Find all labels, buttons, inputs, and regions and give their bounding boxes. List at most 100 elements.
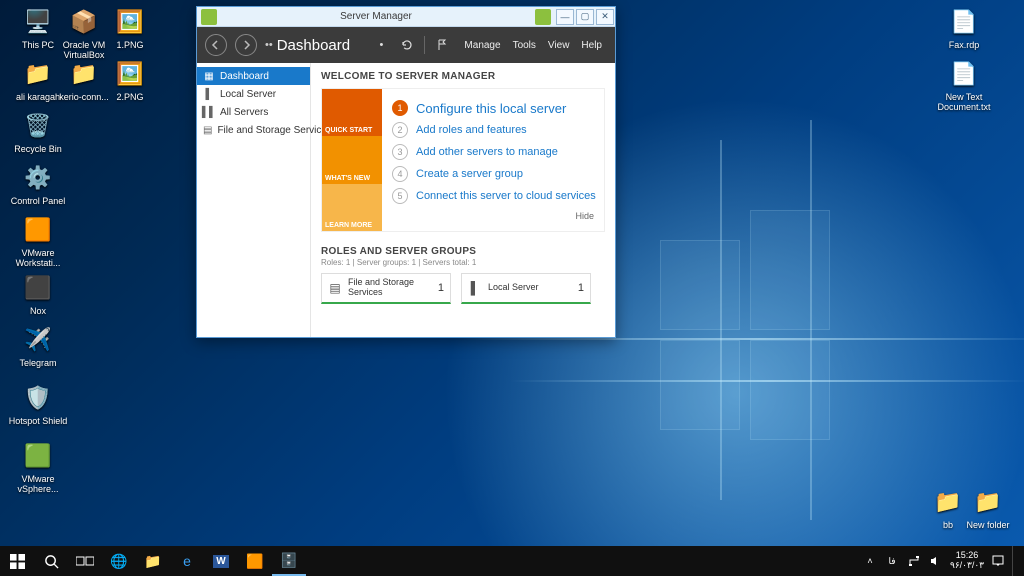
tray-action-center-icon[interactable] xyxy=(990,553,1006,569)
search-button[interactable] xyxy=(34,546,68,576)
desktop-icon[interactable]: ⚙️Control Panel xyxy=(8,162,68,207)
desktop-icon[interactable]: 📄New Text Document.txt xyxy=(936,58,992,113)
desktop-icon-label: Control Panel xyxy=(8,197,68,207)
role-card-label: File and Storage Services xyxy=(348,278,432,298)
app-icon xyxy=(201,9,217,25)
desktop-icon-label: 2.PNG xyxy=(100,93,160,103)
desktop-icon-label: New folder xyxy=(960,521,1016,531)
desktop-icon-glyph: 📦 xyxy=(68,6,100,38)
step-label: Add other servers to manage xyxy=(416,146,558,158)
tray-overflow-icon[interactable]: ˄ xyxy=(862,553,878,569)
sidebar-item-dashboard[interactable]: ▦ Dashboard xyxy=(197,67,310,85)
taskbar-app-vmware[interactable]: 🟧 xyxy=(238,546,272,576)
titlebar-spare-icon xyxy=(535,9,551,25)
wizard-tile[interactable]: LEARN MORE xyxy=(322,184,382,231)
wizard-tile[interactable]: WHAT'S NEW xyxy=(322,136,382,183)
desktop-icon-glyph: 🖼️ xyxy=(114,6,146,38)
desktop-icon-glyph: 📁 xyxy=(22,58,54,90)
tray-clock[interactable]: 15:26 ۹۶/۰۳/۰۳ xyxy=(950,551,984,571)
sidebar-item-local-server[interactable]: ▌ Local Server xyxy=(197,85,310,103)
ribbon-menu-tools[interactable]: Tools xyxy=(508,38,541,53)
desktop-icon-glyph: 🟩 xyxy=(22,440,54,472)
step-number: 5 xyxy=(392,188,408,204)
groups-heading: ROLES AND SERVER GROUPS xyxy=(321,246,605,257)
role-card[interactable]: ▌Local Server1 xyxy=(461,273,591,304)
desktop-icon-label: Fax.rdp xyxy=(936,41,992,51)
role-card-count: 1 xyxy=(578,282,584,294)
desktop-icon[interactable]: 📄Fax.rdp xyxy=(936,6,992,51)
taskbar-app-servermanager[interactable]: 🗄️ xyxy=(272,546,306,576)
desktop-icon[interactable]: 📁 New folder xyxy=(960,486,1016,531)
desktop-icon-label: Telegram xyxy=(8,359,68,369)
step-number: 4 xyxy=(392,166,408,182)
desktop-icon[interactable]: 🟩VMware vSphere... xyxy=(8,440,68,495)
taskbar-app-edge[interactable]: e xyxy=(170,546,204,576)
desktop-icon[interactable]: 🗑️Recycle Bin xyxy=(8,110,68,155)
minimize-button[interactable]: — xyxy=(556,9,574,25)
chevron-down-icon[interactable]: • xyxy=(372,36,390,54)
sidebar-item-icon: ▌ xyxy=(203,88,215,100)
ribbon-menu-help[interactable]: Help xyxy=(576,38,607,53)
step-label: Connect this server to cloud services xyxy=(416,190,596,202)
breadcrumb-label: Dashboard xyxy=(277,37,350,54)
start-button[interactable] xyxy=(0,546,34,576)
wizard-step[interactable]: 4Create a server group xyxy=(392,163,598,185)
tray-language[interactable]: فا xyxy=(884,553,900,569)
role-card-icon: ▤ xyxy=(328,281,342,295)
wizard-tile[interactable]: QUICK START xyxy=(322,89,382,136)
desktop-icon-glyph: 🖥️ xyxy=(22,6,54,38)
refresh-icon[interactable] xyxy=(398,36,416,54)
titlebar[interactable]: Server Manager — ▢ ✕ xyxy=(197,7,615,27)
show-desktop-button[interactable] xyxy=(1012,546,1018,576)
desktop-icon[interactable]: 🖼️2.PNG xyxy=(100,58,160,103)
taskbar-app-explorer[interactable]: 📁 xyxy=(136,546,170,576)
taskbar-app-word[interactable]: W xyxy=(204,546,238,576)
nav-forward-button[interactable] xyxy=(235,34,257,56)
desktop-icon[interactable]: 🖼️1.PNG xyxy=(100,6,160,51)
main-panel: WELCOME TO SERVER MANAGER QUICK STARTWHA… xyxy=(311,63,615,337)
desktop-icon[interactable]: 🟧VMware Workstati... xyxy=(8,214,68,269)
maximize-button[interactable]: ▢ xyxy=(576,9,594,25)
role-card-icon: ▌ xyxy=(468,281,482,295)
step-label: Add roles and features xyxy=(416,124,527,136)
nav-back-button[interactable] xyxy=(205,34,227,56)
sidebar: ▦ Dashboard ▌ Local Server ▌▌All Servers▤Fil… xyxy=(197,63,311,337)
desktop-icon-glyph: ✈️ xyxy=(22,324,54,356)
wizard-step[interactable]: 2Add roles and features xyxy=(392,119,598,141)
window-title: Server Manager xyxy=(221,11,531,22)
sidebar-item-all-servers[interactable]: ▌▌All Servers xyxy=(197,103,310,121)
desktop-icon-label: Hotspot Shield xyxy=(8,417,68,427)
desktop-icon-glyph: 📁 xyxy=(972,486,1004,518)
desktop-icon[interactable]: 🛡️Hotspot Shield xyxy=(8,382,68,427)
ribbon-menu-manage[interactable]: Manage xyxy=(459,38,505,53)
tray-date: ۹۶/۰۳/۰۳ xyxy=(950,561,984,571)
hide-button[interactable]: Hide xyxy=(392,211,598,221)
breadcrumb[interactable]: •• Dashboard xyxy=(265,37,350,54)
quickstart-tiles: QUICK STARTWHAT'S NEWLEARN MORE xyxy=(322,89,382,231)
sidebar-item-icon: ▦ xyxy=(203,70,215,82)
wizard-step[interactable]: 5 Connect this server to cloud services xyxy=(392,185,598,207)
welcome-heading: WELCOME TO SERVER MANAGER xyxy=(321,71,605,82)
desktop-icon-glyph: ⬛ xyxy=(22,272,54,304)
sidebar-item-label: Local Server xyxy=(220,89,276,100)
ribbon: •• Dashboard • ManageToolsViewHelp xyxy=(197,27,615,63)
taskbar-app-chrome[interactable]: 🌐 xyxy=(102,546,136,576)
close-button[interactable]: ✕ xyxy=(596,9,614,25)
ribbon-menu-view[interactable]: View xyxy=(543,38,575,53)
role-card[interactable]: ▤File and Storage Services1 xyxy=(321,273,451,304)
tray-volume-icon[interactable] xyxy=(928,553,944,569)
groups-subtext: Roles: 1 | Server groups: 1 | Servers to… xyxy=(321,258,605,267)
sidebar-item-label: Dashboard xyxy=(220,71,269,82)
tray-network-icon[interactable] xyxy=(906,553,922,569)
desktop-icon-label: Nox xyxy=(8,307,68,317)
desktop-icon-label: New Text Document.txt xyxy=(936,93,992,113)
notifications-flag-icon[interactable] xyxy=(433,36,451,54)
windows-logo-backdrop xyxy=(660,200,960,500)
desktop-icon[interactable]: ⬛ Nox xyxy=(8,272,68,317)
wizard-step[interactable]: 3Add other servers to manage xyxy=(392,141,598,163)
sidebar-item-icon: ▤ xyxy=(203,124,212,136)
sidebar-item-file-and-storage-services[interactable]: ▤File and Storage Services▸ xyxy=(197,121,310,139)
task-view-button[interactable] xyxy=(68,546,102,576)
wizard-step[interactable]: 1Configure this local server xyxy=(392,97,598,119)
desktop-icon[interactable]: ✈️ Telegram xyxy=(8,324,68,369)
